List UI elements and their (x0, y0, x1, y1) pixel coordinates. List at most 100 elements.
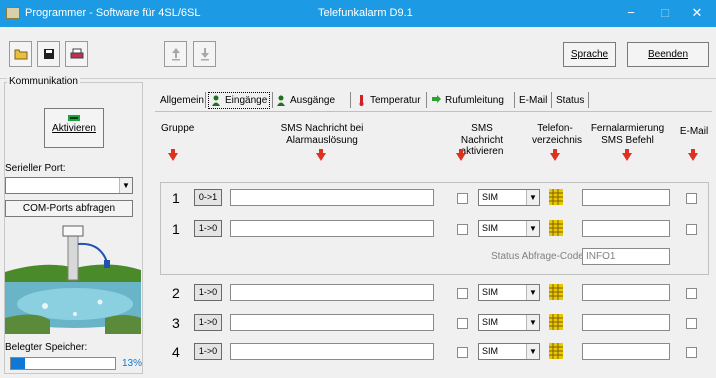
exit-button[interactable]: Beenden (627, 42, 709, 67)
sms-activate-checkbox[interactable] (457, 288, 468, 299)
phonebook-value: SIM (482, 223, 499, 233)
tab-temperatur[interactable]: Temperatur (356, 92, 421, 109)
device-illustration (5, 222, 141, 334)
folder-open-icon (14, 49, 27, 60)
remote-sms-command-input[interactable] (582, 343, 670, 360)
email-checkbox[interactable] (686, 318, 697, 329)
arrow-down-icon (200, 48, 209, 61)
tab-allgemein[interactable]: Allgemein (160, 92, 204, 109)
activate-button[interactable]: Aktivieren (44, 108, 104, 148)
dropdown-arrow-icon: ▼ (526, 344, 539, 359)
tab-rufumleitung[interactable]: Rufumleitung (431, 92, 504, 109)
phonebook-value: SIM (482, 346, 499, 356)
open-button[interactable] (9, 41, 32, 67)
download-button[interactable] (193, 41, 216, 67)
sms-message-input[interactable] (230, 314, 434, 331)
communication-group-title: Kommunikation (7, 76, 80, 87)
tab-status[interactable]: Status (556, 92, 584, 109)
group-number: 2 (172, 285, 180, 301)
close-button[interactable]: ✕ (683, 3, 711, 23)
remote-sms-command-input[interactable] (582, 220, 670, 237)
phonebook-grid-button[interactable] (549, 314, 563, 330)
remote-sms-command-input[interactable] (582, 314, 670, 331)
tab-separator (205, 92, 206, 108)
document-title: Telefunkalarm D9.1 (318, 7, 413, 19)
phonebook-select[interactable]: SIM ▼ (478, 343, 540, 360)
phonebook-value: SIM (482, 317, 499, 327)
remote-sms-command-input[interactable] (582, 189, 670, 206)
tab-email[interactable]: E-Mail (519, 92, 547, 109)
toolbar: Sprache Beenden (0, 27, 716, 79)
sms-message-input[interactable] (230, 220, 434, 237)
grid-icon (549, 343, 563, 359)
trigger-mode-button[interactable]: 1->0 (194, 284, 222, 301)
email-checkbox[interactable] (686, 288, 697, 299)
header-telefon: Telefon- verzeichnis (532, 123, 583, 146)
arrow-down-red-icon (622, 149, 632, 161)
call-forwarding-icon (432, 95, 441, 103)
grid-icon (549, 220, 563, 236)
phonebook-select[interactable]: SIM ▼ (478, 314, 540, 331)
phonebook-grid-button[interactable] (549, 284, 563, 300)
remote-sms-command-input[interactable] (582, 284, 670, 301)
arrow-down-red-icon (456, 149, 466, 161)
person-green-icon (277, 95, 285, 106)
memory-percent: 13% (122, 358, 143, 369)
sms-activate-checkbox[interactable] (457, 224, 468, 235)
status-code-input[interactable]: INFO1 (582, 248, 670, 265)
serial-port-select[interactable]: ▼ (5, 177, 133, 194)
person-green-icon (212, 95, 220, 106)
sms-activate-checkbox[interactable] (457, 347, 468, 358)
memory-progress-bar (10, 357, 116, 370)
phonebook-select[interactable]: SIM ▼ (478, 220, 540, 237)
maximize-button[interactable]: □ (651, 3, 679, 23)
arrow-down-red-icon (168, 149, 178, 161)
grid-icon (549, 284, 563, 300)
email-checkbox[interactable] (686, 193, 697, 204)
arrow-up-icon (171, 48, 180, 61)
title-bar: Programmer - Software für 4SL/6SL Telefu… (0, 0, 716, 27)
phonebook-grid-button[interactable] (549, 220, 563, 236)
floppy-disk-icon (43, 49, 54, 59)
print-button[interactable] (65, 41, 88, 67)
sms-activate-checkbox[interactable] (457, 193, 468, 204)
com-ports-button[interactable]: COM-Ports abfragen (5, 200, 133, 217)
email-checkbox[interactable] (686, 347, 697, 358)
trigger-mode-button[interactable]: 1->0 (194, 343, 222, 360)
grid-icon (549, 189, 563, 205)
arrow-down-red-icon (316, 149, 326, 161)
phonebook-value: SIM (482, 192, 499, 202)
tab-separator (551, 92, 552, 108)
phonebook-select[interactable]: SIM ▼ (478, 189, 540, 206)
dropdown-arrow-icon: ▼ (119, 178, 132, 193)
tab-panel-border (155, 111, 712, 112)
sms-message-input[interactable] (230, 343, 434, 360)
header-fernalarm: Fernalarmierung SMS Befehl (590, 123, 665, 146)
tab-eingaenge[interactable]: Eingänge (208, 92, 271, 109)
tab-ausgaenge[interactable]: Ausgänge (276, 92, 335, 109)
minimize-button[interactable]: − (617, 3, 645, 23)
trigger-mode-button[interactable]: 1->0 (194, 220, 222, 237)
upload-button[interactable] (164, 41, 187, 67)
sms-message-input[interactable] (230, 284, 434, 301)
tab-separator (426, 92, 427, 108)
email-checkbox[interactable] (686, 224, 697, 235)
trigger-mode-button[interactable]: 0->1 (194, 189, 222, 206)
language-button[interactable]: Sprache (563, 42, 616, 67)
group-number: 1 (172, 221, 180, 237)
phonebook-grid-button[interactable] (549, 343, 563, 359)
tab-separator (588, 92, 589, 108)
group-number: 3 (172, 315, 180, 331)
app-icon (6, 7, 20, 19)
header-sms-nachricht: SMS Nachricht bei Alarmauslösung (280, 123, 364, 146)
group-number: 4 (172, 344, 180, 360)
trigger-mode-button[interactable]: 1->0 (194, 314, 222, 331)
dropdown-arrow-icon: ▼ (526, 190, 539, 205)
serial-port-label: Serieller Port: (5, 163, 66, 174)
save-button[interactable] (37, 41, 60, 67)
sms-message-input[interactable] (230, 189, 434, 206)
app-title: Programmer - Software für 4SL/6SL (25, 7, 201, 19)
sms-activate-checkbox[interactable] (457, 318, 468, 329)
phonebook-grid-button[interactable] (549, 189, 563, 205)
phonebook-select[interactable]: SIM ▼ (478, 284, 540, 301)
